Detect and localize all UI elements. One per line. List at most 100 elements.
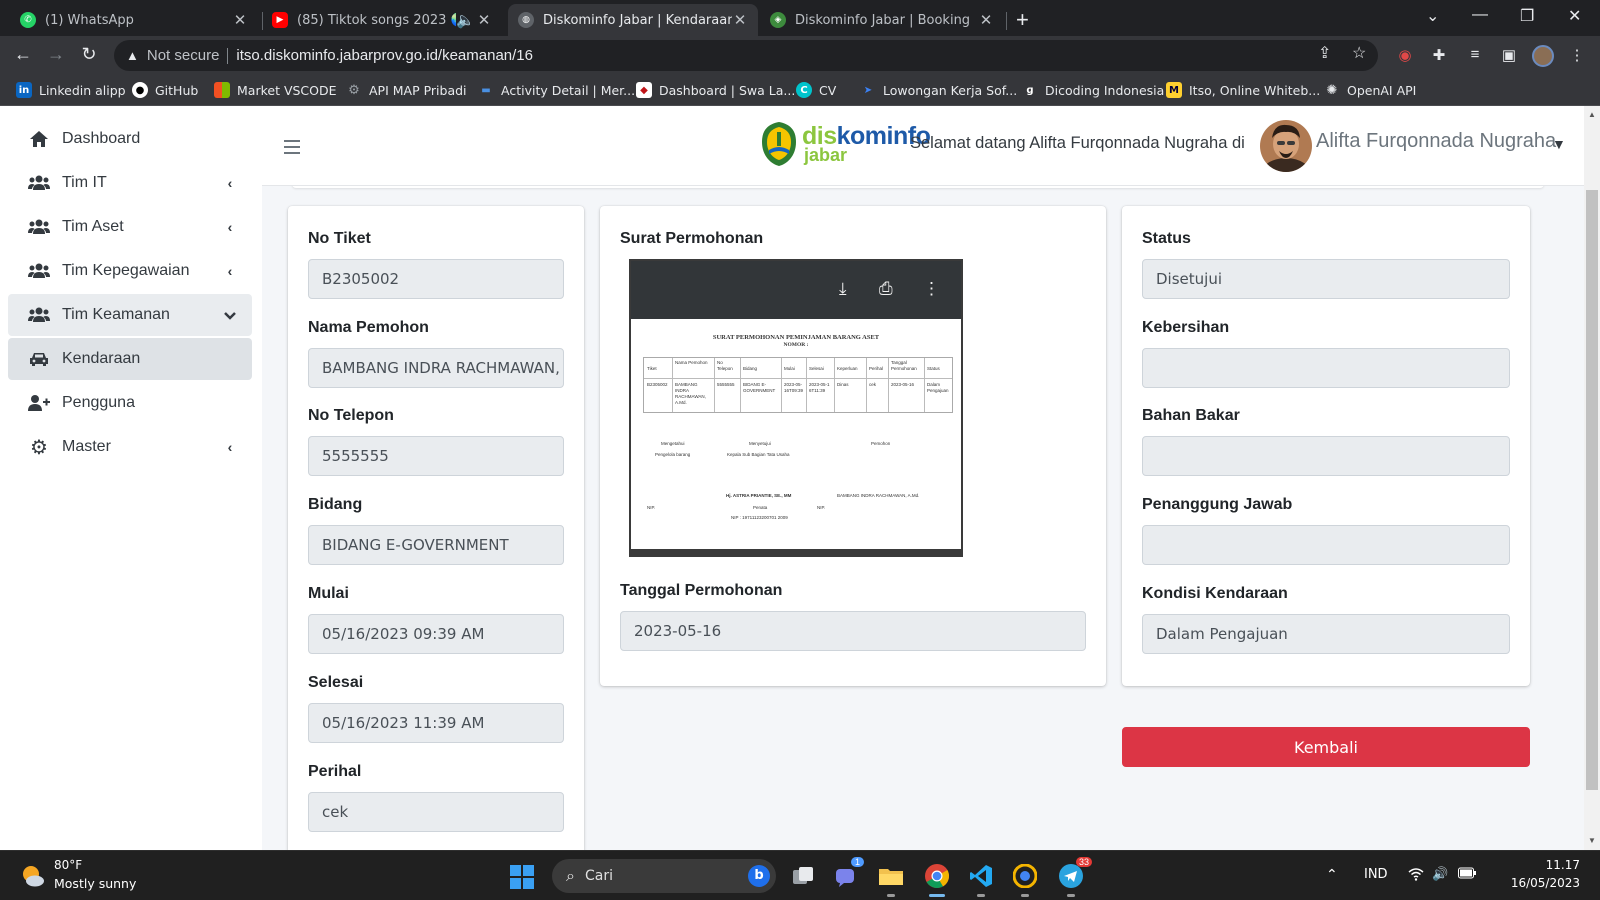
scroll-down-icon[interactable]: ▼ <box>1587 836 1597 845</box>
forward-icon[interactable]: → <box>45 44 67 65</box>
page-scrollbar[interactable]: ▲ ▼ <box>1584 106 1600 850</box>
share-icon[interactable]: ⇪ <box>1318 43 1331 63</box>
bookmark-vscode-market[interactable]: Market VSCODE <box>214 82 337 98</box>
media-queue-icon[interactable]: ≡ <box>1466 46 1484 64</box>
print-icon[interactable]: ⎙ <box>879 279 893 299</box>
bookmark-label: CV <box>819 82 837 98</box>
tab-youtube[interactable]: ▶ (85) Tiktok songs 2023 🌏 Tr 🔈 ✕ <box>262 4 502 36</box>
wifi-icon[interactable] <box>1408 867 1424 885</box>
input-selesai[interactable]: 05/16/2023 11:39 AM <box>308 703 564 743</box>
bookmark-activity[interactable]: ▬ Activity Detail | Mer... <box>478 82 635 98</box>
language-indicator[interactable]: IND <box>1364 867 1388 882</box>
tab-whatsapp[interactable]: ✆ (1) WhatsApp ✕ <box>10 4 258 36</box>
chrome-icon[interactable] <box>922 861 952 897</box>
input-penanggung-jawab[interactable] <box>1142 525 1510 565</box>
bookmark-api-map[interactable]: ⚙ API MAP Pribadi <box>346 82 466 98</box>
clock-time[interactable]: 11.17 <box>1530 858 1580 872</box>
telegram-icon[interactable]: 33 <box>1056 857 1092 897</box>
tab-booking[interactable]: ◈ Diskominfo Jabar | Booking ✕ <box>760 4 1004 36</box>
bookmark-miro[interactable]: M Itso, Online Whiteb... <box>1166 82 1320 98</box>
input-mulai[interactable]: 05/16/2023 09:39 AM <box>308 614 564 654</box>
profile-avatar-icon[interactable] <box>1532 45 1554 67</box>
taskbar-search[interactable]: ⌕ Cari b <box>552 859 776 893</box>
vscode-icon[interactable] <box>966 861 996 897</box>
task-view-icon[interactable] <box>788 861 818 891</box>
scroll-up-icon[interactable]: ▲ <box>1587 110 1597 119</box>
bookmark-dashboard-swa[interactable]: ◆ Dashboard | Swa La... <box>636 82 795 98</box>
tray-chevron-up-icon[interactable]: ⌃ <box>1326 867 1338 883</box>
bookmark-lowongan[interactable]: ➤ Lowongan Kerja Sof... <box>860 82 1017 98</box>
tab-title: Diskominfo Jabar | Booking <box>795 12 971 28</box>
download-icon[interactable]: ⤓ <box>839 279 847 299</box>
tab-kendaraan[interactable]: ◍ Diskominfo Jabar | Kendaraan ✕ <box>508 4 758 36</box>
security-label[interactable]: Not secure <box>147 47 220 64</box>
sidebar-item-tim-aset[interactable]: Tim Aset ‹ <box>8 206 252 248</box>
file-explorer-icon[interactable] <box>876 861 906 897</box>
weather-temperature[interactable]: 80°F <box>54 858 82 872</box>
bookmark-cv[interactable]: C CV <box>796 82 836 98</box>
input-kondisi-kendaraan[interactable]: Dalam Pengajuan <box>1142 614 1510 654</box>
back-icon[interactable]: ← <box>12 44 34 65</box>
volume-icon[interactable]: 🔊 <box>1432 867 1448 882</box>
puzzle-icon[interactable]: ✚ <box>1430 46 1448 64</box>
weather-description[interactable]: Mostly sunny <box>54 876 136 891</box>
side-panel-icon[interactable]: ▣ <box>1500 46 1518 64</box>
globe-icon: ◍ <box>518 12 534 28</box>
input-no-telepon[interactable]: 5555555 <box>308 436 564 476</box>
sidebar-item-tim-kepegawaian[interactable]: Tim Kepegawaian ‹ <box>8 250 252 292</box>
url-text[interactable]: itso.diskominfo.jabarprov.go.id/keamanan… <box>236 47 533 64</box>
close-icon[interactable]: ✕ <box>232 11 248 29</box>
close-icon[interactable]: ✕ <box>978 11 994 29</box>
bookmark-linkedin[interactable]: in Linkedin alipp <box>16 82 126 98</box>
new-tab-icon[interactable]: + <box>1016 7 1029 33</box>
window-close-icon[interactable]: ✕ <box>1568 6 1581 26</box>
hamburger-menu-icon[interactable] <box>284 140 300 154</box>
tab-search-chevron-icon[interactable]: ⌄ <box>1426 6 1439 26</box>
sidebar-item-tim-keamanan[interactable]: Tim Keamanan <box>8 294 252 336</box>
kembali-button[interactable]: Kembali <box>1122 727 1530 767</box>
input-tanggal-permohonan[interactable]: 2023-05-16 <box>620 611 1086 651</box>
star-icon[interactable]: ☆ <box>1352 43 1366 63</box>
pdf-viewer[interactable]: ⤓ ⎙ ⋮ SURAT PERMOHONAN PEMINJAMAN BARANG… <box>629 259 963 557</box>
close-icon[interactable]: ✕ <box>476 11 492 29</box>
bookmark-github[interactable]: ● GitHub <box>132 82 198 98</box>
windows-taskbar: 80°F Mostly sunny ⌕ Cari b 1 33 ⌃ IND 🔊 <box>0 850 1600 900</box>
chevron-down-icon <box>220 307 240 323</box>
close-icon[interactable]: ✕ <box>732 11 748 29</box>
restore-icon[interactable]: ❐ <box>1520 6 1534 26</box>
sidebar-item-kendaraan[interactable]: Kendaraan <box>8 338 252 380</box>
url-input[interactable]: ▲ Not secure itso.diskominfo.jabarprov.g… <box>114 40 1378 71</box>
input-bidang[interactable]: BIDANG E-GOVERNMENT <box>308 525 564 565</box>
sidebar-item-pengguna[interactable]: Pengguna <box>8 382 252 424</box>
user-avatar[interactable] <box>1260 120 1312 172</box>
extension-eye-icon[interactable]: ◉ <box>1396 46 1414 64</box>
user-name[interactable]: Alifta Furqonnada Nugraha <box>1316 130 1556 153</box>
menu-kebab-icon[interactable]: ⋮ <box>1568 46 1586 64</box>
minimize-icon[interactable]: — <box>1472 6 1488 24</box>
input-kebersihan[interactable] <box>1142 348 1510 388</box>
input-perihal[interactable]: cek <box>308 792 564 832</box>
label-nama-pemohon: Nama Pemohon <box>308 319 429 336</box>
weather-sun-cloud-icon[interactable] <box>20 863 46 889</box>
bookmark-dicoding[interactable]: ɡ Dicoding Indonesia <box>1022 82 1164 98</box>
caret-down-icon[interactable]: ▼ <box>1552 136 1566 152</box>
clock-date[interactable]: 16/05/2023 <box>1506 876 1580 890</box>
sidebar-item-master[interactable]: ⚙ Master ‹ <box>8 426 252 468</box>
windows-start-icon[interactable] <box>510 865 534 889</box>
input-nama-pemohon[interactable]: BAMBANG INDRA RACHMAWAN, A.Md. <box>308 348 564 388</box>
sidebar-item-dashboard[interactable]: Dashboard <box>8 118 252 160</box>
chrome-canary-icon[interactable] <box>1010 861 1040 897</box>
battery-icon[interactable] <box>1458 867 1476 883</box>
reload-icon[interactable]: ↻ <box>78 44 100 65</box>
sidebar-item-tim-it[interactable]: Tim IT ‹ <box>8 162 252 204</box>
mute-icon[interactable]: 🔈 <box>456 11 475 29</box>
bing-icon[interactable]: b <box>748 865 770 887</box>
bookmark-openai[interactable]: ✺ OpenAI API <box>1324 82 1417 98</box>
scrollbar-thumb[interactable] <box>1586 190 1598 790</box>
more-vert-icon[interactable]: ⋮ <box>923 279 940 299</box>
teams-chat-icon[interactable]: 1 <box>832 857 864 891</box>
input-bahan-bakar[interactable] <box>1142 436 1510 476</box>
linkedin-icon: in <box>16 82 32 98</box>
input-no-tiket[interactable]: B2305002 <box>308 259 564 299</box>
input-status[interactable]: Disetujui <box>1142 259 1510 299</box>
